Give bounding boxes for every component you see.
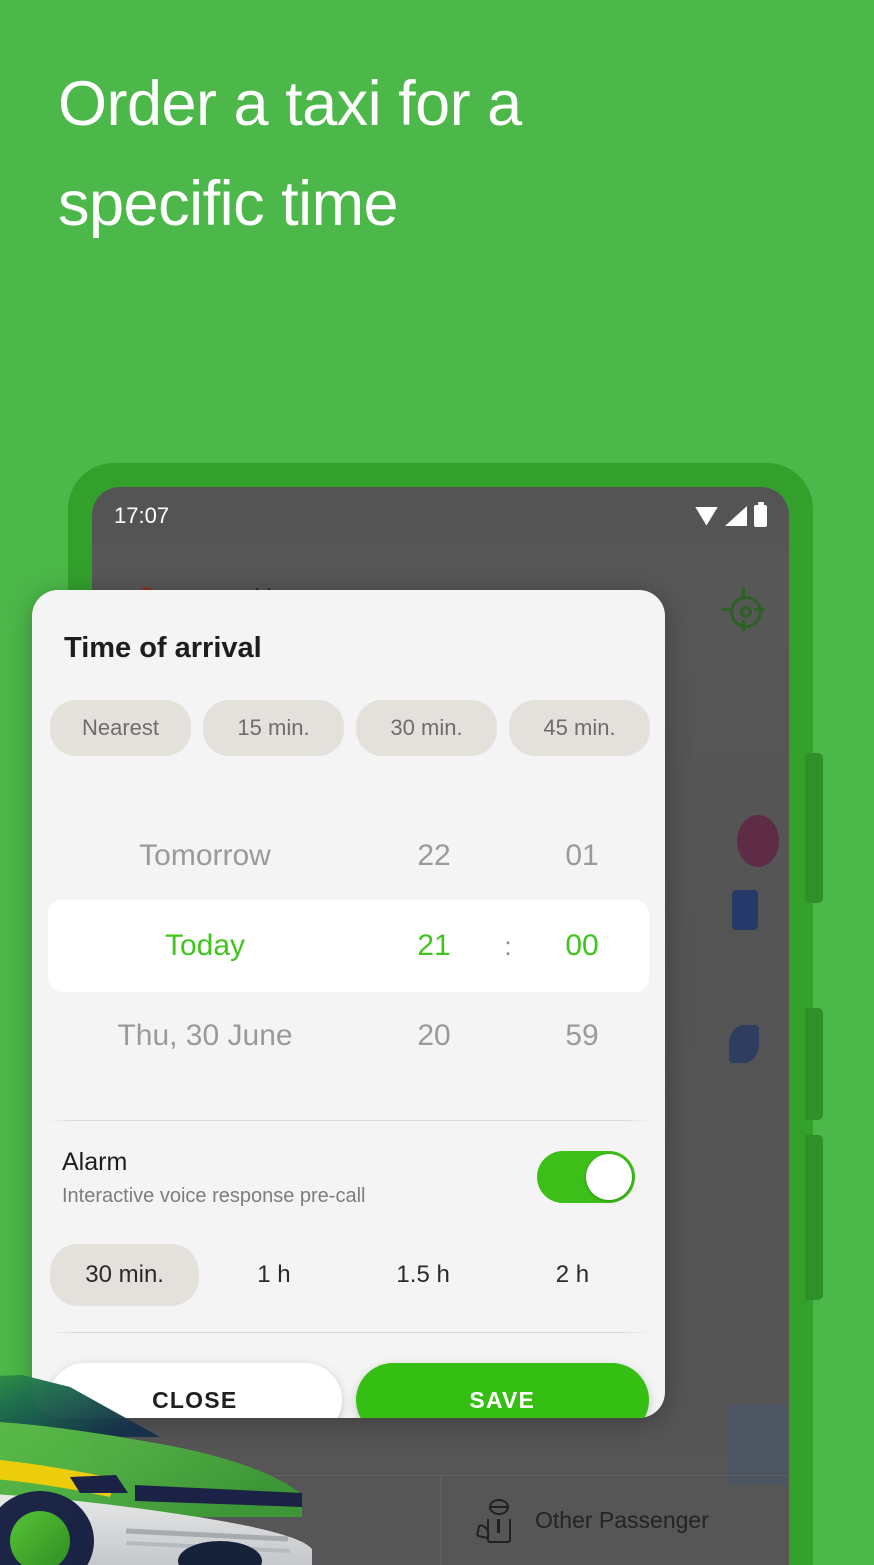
picker-day-below: Thu, 30 June [117,1019,293,1052]
alarm-option-row: 30 min. 1 h 1.5 h 2 h [32,1243,665,1306]
status-bar-clock: 17:07 [114,503,170,528]
alarm-toggle-knob [586,1153,632,1200]
quick-chip-15-min[interactable]: 15 min. [203,700,344,756]
alarm-subtitle: Interactive voice response pre-call [62,1184,366,1207]
alarm-header-row: Alarm Interactive voice response pre-cal… [32,1146,665,1208]
time-of-arrival-sheet: Time of arrival Nearest 15 min. 30 min. … [32,590,665,1418]
picker-row-above[interactable]: Tomorrow 22 01 [32,812,665,900]
alarm-text-block: Alarm Interactive voice response pre-cal… [62,1146,537,1208]
phone-side-button-power[interactable] [805,1135,823,1300]
wifi-icon [695,506,718,526]
alarm-toggle[interactable] [537,1150,635,1203]
signal-icon [725,506,747,526]
phone-side-button-volume-up[interactable] [805,753,823,903]
alarm-option-2-h[interactable]: 2 h [498,1244,647,1306]
picker-hour-selected: 21 [417,929,451,962]
picker-hour-above: 22 [417,839,451,872]
save-button[interactable]: SAVE [355,1363,649,1418]
divider-above-actions [48,1332,649,1333]
quick-chip-nearest[interactable]: Nearest [50,700,191,756]
datetime-picker[interactable]: Tomorrow 22 01 Today 21 : 00 Thu, 30 Jun… [32,812,665,1077]
sheet-title: Time of arrival [64,632,262,664]
alarm-option-1-5-h[interactable]: 1.5 h [349,1244,498,1306]
picker-row-below[interactable]: Thu, 30 June 20 59 [32,992,665,1080]
phone-side-button-volume-down[interactable] [805,1008,823,1120]
alarm-option-30-min[interactable]: 30 min. [50,1243,200,1306]
picker-row-selected[interactable]: Today 21 : 00 [32,900,665,992]
status-bar-icons [695,502,767,527]
status-bar: 17:07 [92,487,789,545]
sheet-action-row: CLOSE SAVE [48,1363,649,1418]
alarm-title: Alarm [62,1148,128,1176]
battery-icon [754,502,767,527]
alarm-section: Alarm Interactive voice response pre-cal… [32,1146,665,1306]
close-button[interactable]: CLOSE [48,1363,342,1418]
picker-hour-below: 20 [417,1019,451,1052]
alarm-option-1-h[interactable]: 1 h [199,1244,348,1306]
picker-minute-selected: 00 [565,929,599,962]
picker-minute-below: 59 [565,1019,599,1052]
picker-separator-selected: : [504,930,512,961]
picker-day-above: Tomorrow [139,839,271,872]
quick-time-chip-row: Nearest 15 min. 30 min. 45 min. [50,700,650,756]
picker-day-selected: Today [164,929,246,962]
picker-minute-above: 01 [565,839,599,872]
quick-chip-30-min[interactable]: 30 min. [356,700,497,756]
page-title: Order a taxi for a specific time [58,69,522,239]
divider-above-alarm [48,1120,649,1121]
quick-chip-45-min[interactable]: 45 min. [509,700,650,756]
